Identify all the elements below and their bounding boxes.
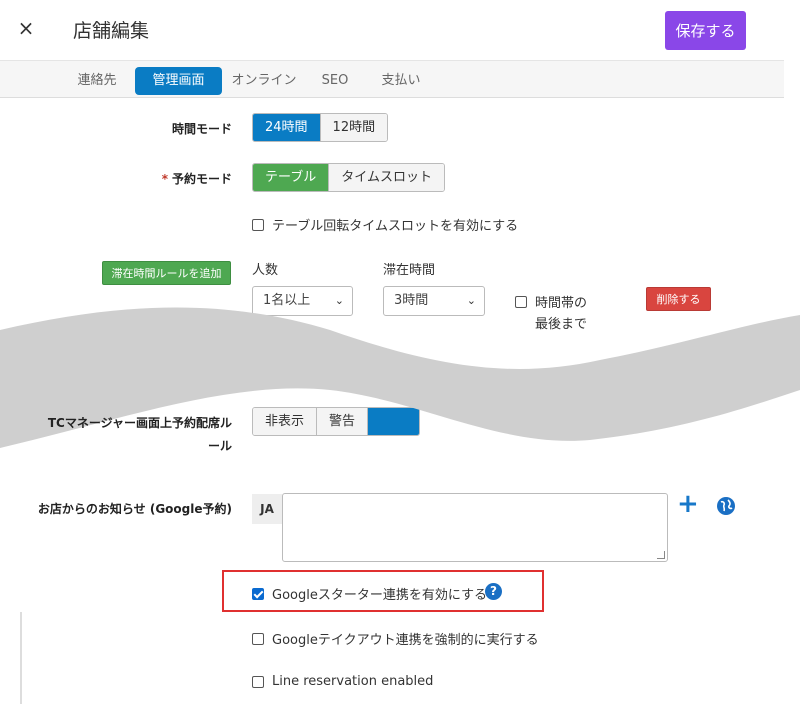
google-takeout-label: Googleテイクアウト連携を強制的に実行する — [272, 633, 539, 648]
tab-payment[interactable]: 支払い — [372, 67, 430, 95]
table-rotation-label: テーブル回転タイムスロットを有効にする — [272, 219, 519, 234]
reservation-mode-label-text: 予約モード — [171, 172, 232, 186]
tc-manager-label: TCマネージャー画面上予約配席ル ール — [40, 414, 232, 454]
resize-handle-icon[interactable] — [657, 551, 665, 559]
tc-manager-label-line2: ール — [207, 439, 232, 453]
save-button[interactable]: 保存する — [665, 11, 746, 50]
google-starter-label: Googleスターター連携を有効にする — [272, 588, 487, 603]
reservation-mode-table-option[interactable]: テーブル — [253, 164, 329, 191]
google-takeout-checkbox-row: Googleテイクアウト連携を強制的に実行する — [252, 629, 539, 648]
line-reservation-checkbox-row: Line reservation enabled — [252, 674, 433, 689]
language-badge: JA — [252, 494, 282, 524]
time-mode-24h-option[interactable]: 24時間 — [253, 114, 320, 141]
page-title: 店舗編集 — [73, 20, 150, 42]
duration-label: 滞在時間 — [383, 263, 436, 278]
tc-manager-label-line1: TCマネージャー画面上予約配席ル — [47, 416, 232, 430]
top-bar: × 店舗編集 保存する — [0, 0, 800, 60]
reservation-mode-timeslot-option[interactable]: タイムスロット — [328, 164, 444, 191]
table-rotation-checkbox-row: テーブル回転タイムスロットを有効にする — [252, 215, 518, 234]
time-mode-12h-option[interactable]: 12時間 — [319, 114, 388, 141]
table-rotation-checkbox[interactable] — [252, 218, 264, 231]
help-circle-icon[interactable]: ? — [485, 583, 502, 600]
google-starter-checkbox-row: Googleスターター連携を有効にする — [252, 584, 487, 603]
tab-bar-spacer — [784, 60, 800, 98]
plus-icon[interactable]: + — [677, 491, 699, 517]
tab-seo[interactable]: SEO — [312, 67, 358, 95]
reservation-mode-toggle: テーブル タイムスロット — [252, 163, 445, 192]
reservation-mode-label: * 予約モード — [120, 170, 232, 187]
left-divider — [20, 612, 22, 704]
notice-textarea[interactable] — [282, 493, 668, 562]
time-mode-toggle: 24時間 12時間 — [252, 113, 389, 142]
tab-admin-screen[interactable]: 管理画面 — [135, 67, 222, 95]
line-reservation-label: Line reservation enabled — [272, 674, 434, 689]
tab-online[interactable]: オンライン — [229, 67, 299, 95]
close-icon[interactable]: × — [15, 17, 37, 39]
google-takeout-checkbox[interactable] — [252, 632, 264, 645]
add-stay-rule-button[interactable]: 滞在時間ルールを追加 — [102, 261, 231, 285]
line-reservation-checkbox[interactable] — [252, 675, 264, 688]
time-mode-label: 時間モード — [171, 122, 232, 136]
required-mark: * — [161, 172, 168, 186]
notice-label: お店からのお知らせ (Google予約) — [37, 502, 232, 516]
tab-contact[interactable]: 連絡先 — [64, 67, 130, 95]
google-starter-checkbox[interactable] — [252, 587, 264, 600]
globe-icon[interactable] — [716, 496, 736, 516]
tab-bar: 連絡先 管理画面 オンライン SEO 支払い — [0, 60, 784, 98]
people-label: 人数 — [252, 263, 279, 278]
